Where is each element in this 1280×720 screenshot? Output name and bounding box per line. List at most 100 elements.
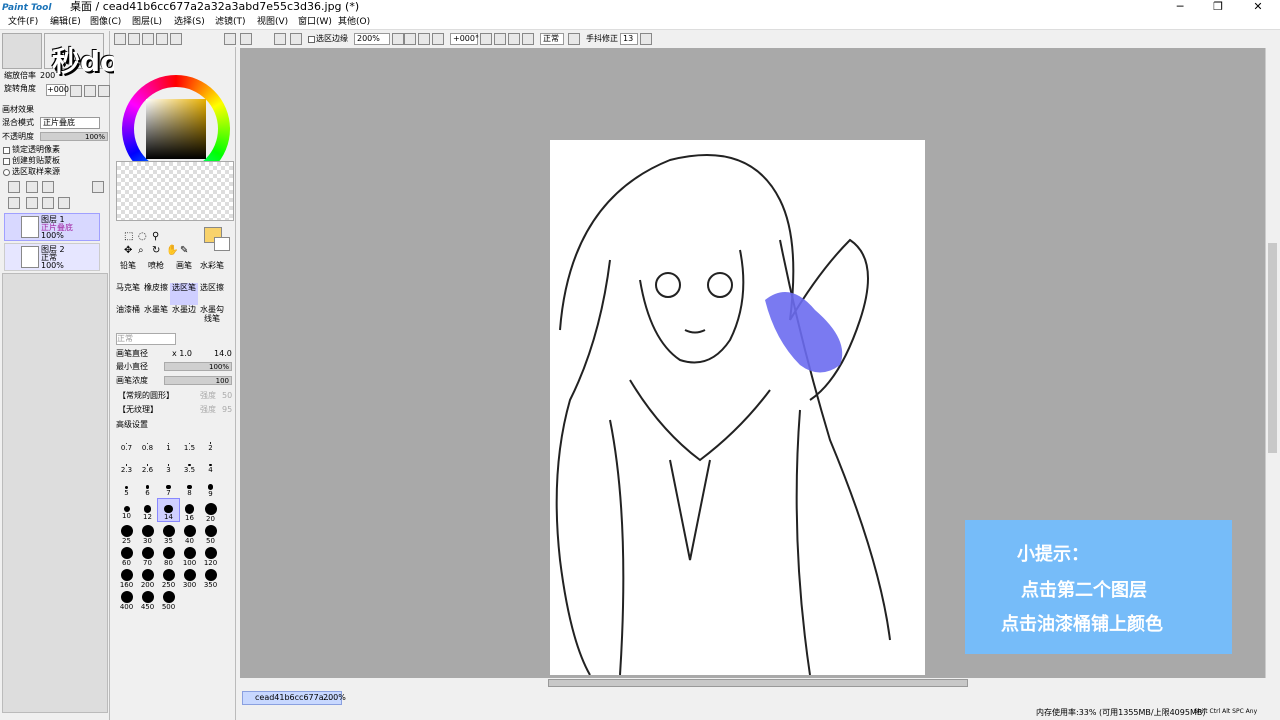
tool-ink-pen[interactable]: 水墨笔 (142, 305, 170, 327)
density-slider[interactable]: 100 (164, 376, 232, 385)
canvas-area[interactable]: 小提示： 点击第二个图层 点击油漆桶铺上颜色 (240, 48, 1265, 678)
brush-size-cell[interactable]: 80 (158, 543, 179, 567)
clear-layer-button[interactable] (42, 197, 54, 209)
tool-pencil[interactable]: 铅笔 (114, 261, 142, 283)
maximize-button[interactable]: ❐ (1208, 0, 1228, 14)
rotate-icon[interactable]: ↻ (152, 245, 160, 256)
tool-select-eraser[interactable]: 选区擦 (198, 283, 226, 305)
zoom-field[interactable]: 200% (354, 33, 390, 45)
rotate-reset-button[interactable] (98, 85, 110, 97)
rotate-reset-button[interactable] (522, 33, 534, 45)
new-folder-button[interactable] (42, 181, 54, 193)
new-linework-layer-button[interactable] (26, 181, 38, 193)
lasso-icon[interactable]: ◌ (138, 231, 147, 242)
zoom-dropdown[interactable] (392, 33, 404, 45)
min-size-slider[interactable]: 100% (164, 362, 232, 371)
brush-size-mult[interactable]: x 1.0 (172, 349, 192, 359)
menu-filter[interactable]: 滤镜(T) (215, 16, 246, 28)
undo-button[interactable] (224, 33, 236, 45)
brush-size-cell[interactable]: 2 (200, 433, 221, 455)
brush-size-cell[interactable]: 25 (116, 521, 137, 545)
vertical-scrollbar[interactable] (1265, 48, 1279, 678)
brush-size-cell[interactable]: 35 (158, 521, 179, 545)
merge-down-button[interactable] (26, 197, 38, 209)
brush-size-cell[interactable]: 7 (158, 477, 179, 499)
brush-texture-select[interactable]: 【无纹理】 (118, 405, 158, 415)
new-layer-button[interactable] (8, 181, 20, 193)
layer-item-2[interactable]: 图层 2 正常 100% (4, 243, 100, 271)
invert-selection-button[interactable] (290, 33, 302, 45)
layer-mask-button[interactable] (92, 181, 104, 193)
brush-size-cell[interactable]: 6 (137, 477, 158, 499)
copy-layer-button[interactable] (8, 197, 20, 209)
brush-size-cell[interactable]: 400 (116, 587, 137, 611)
brush-shape-select[interactable]: 【常规的圆形】 (118, 391, 174, 401)
horizontal-scroll-thumb[interactable] (548, 679, 968, 687)
secondary-color-swatch[interactable] (214, 237, 230, 251)
hand-icon[interactable]: ✋ (166, 245, 178, 256)
color-wheel-toggle[interactable] (114, 33, 126, 45)
tool-ink-line[interactable]: 水墨勾线笔 (198, 305, 226, 327)
brush-size-cell[interactable]: 0.8 (137, 433, 158, 455)
menu-edit[interactable]: 编辑(E) (50, 16, 81, 28)
brush-size-cell[interactable]: 60 (116, 543, 137, 567)
zoom-reset-button[interactable] (432, 33, 444, 45)
select-rect-icon[interactable]: ⬚ (124, 231, 133, 242)
eyedropper-icon[interactable]: ✎ (180, 245, 188, 256)
stabilizer-field[interactable]: 13 (620, 33, 638, 45)
scratchpad[interactable] (116, 161, 234, 221)
advanced-settings[interactable]: 高级设置 (116, 420, 148, 430)
delete-layer-button[interactable] (58, 197, 70, 209)
menu-layer[interactable]: 图层(L) (132, 16, 162, 28)
palette-toggle[interactable] (142, 33, 154, 45)
rotate-right-button[interactable] (84, 85, 96, 97)
brush-size-cell[interactable]: 1 (158, 433, 179, 455)
brush-size-cell[interactable]: 2.6 (137, 455, 158, 477)
swatch-toggle[interactable] (156, 33, 168, 45)
brush-size-cell[interactable]: 10 (116, 499, 137, 521)
rotate-ccw-button[interactable] (494, 33, 506, 45)
brush-size-cell[interactable]: 20 (200, 499, 221, 523)
minimize-button[interactable]: ─ (1170, 0, 1190, 14)
opacity-slider[interactable]: 100% (40, 132, 108, 141)
tool-select-pen[interactable]: 选区笔 (170, 283, 198, 305)
tool-bucket[interactable]: 油漆桶 (114, 305, 142, 327)
selection-edge-checkbox[interactable] (308, 36, 315, 43)
scratchpad-toggle[interactable] (170, 33, 182, 45)
brush-size-cell[interactable]: 3.5 (179, 455, 200, 477)
brush-size-cell[interactable]: 70 (137, 543, 158, 567)
sv-square[interactable] (146, 99, 206, 159)
brush-size-cell[interactable]: 4 (200, 455, 221, 477)
brush-size-cell[interactable]: 200 (137, 565, 158, 589)
effect-label[interactable]: 画材效果 (2, 105, 34, 115)
brush-size-cell[interactable]: 450 (137, 587, 158, 611)
sample-radio[interactable] (3, 169, 10, 176)
zoom-out-button[interactable] (404, 33, 416, 45)
menu-view[interactable]: 视图(V) (257, 16, 288, 28)
blend-select[interactable]: 正片叠底 (40, 117, 100, 129)
brush-size-cell[interactable]: 100 (179, 543, 200, 567)
menu-select[interactable]: 选择(S) (174, 16, 205, 28)
zoom-in-button[interactable] (418, 33, 430, 45)
canvas-page[interactable] (550, 140, 925, 676)
move-icon[interactable]: ✥ (124, 245, 132, 256)
redo-button[interactable] (240, 33, 252, 45)
rotation-dropdown[interactable] (480, 33, 492, 45)
flip-button[interactable] (568, 33, 580, 45)
menu-image[interactable]: 图像(C) (90, 16, 121, 28)
clip-checkbox[interactable] (3, 158, 10, 165)
brush-size-cell[interactable]: 3 (158, 455, 179, 477)
brush-size-cell[interactable]: 8 (179, 477, 200, 499)
vertical-scroll-thumb[interactable] (1268, 243, 1277, 453)
tool-marker[interactable]: 马克笔 (114, 283, 142, 305)
rotate-value[interactable]: +000 (46, 84, 69, 96)
layer-item-1[interactable]: 图层 1 正片叠底 100% (4, 213, 100, 241)
brush-size-cell[interactable]: 300 (179, 565, 200, 589)
lock-alpha-checkbox[interactable] (3, 147, 10, 154)
menu-window[interactable]: 窗口(W) (298, 16, 332, 28)
brush-size-cell[interactable]: 14 (157, 498, 180, 522)
stabilizer-dropdown[interactable] (640, 33, 652, 45)
brush-size-cell[interactable]: 250 (158, 565, 179, 589)
brush-size-value[interactable]: 14.0 (214, 349, 232, 359)
brush-mode-select[interactable]: 正常 (116, 333, 176, 345)
